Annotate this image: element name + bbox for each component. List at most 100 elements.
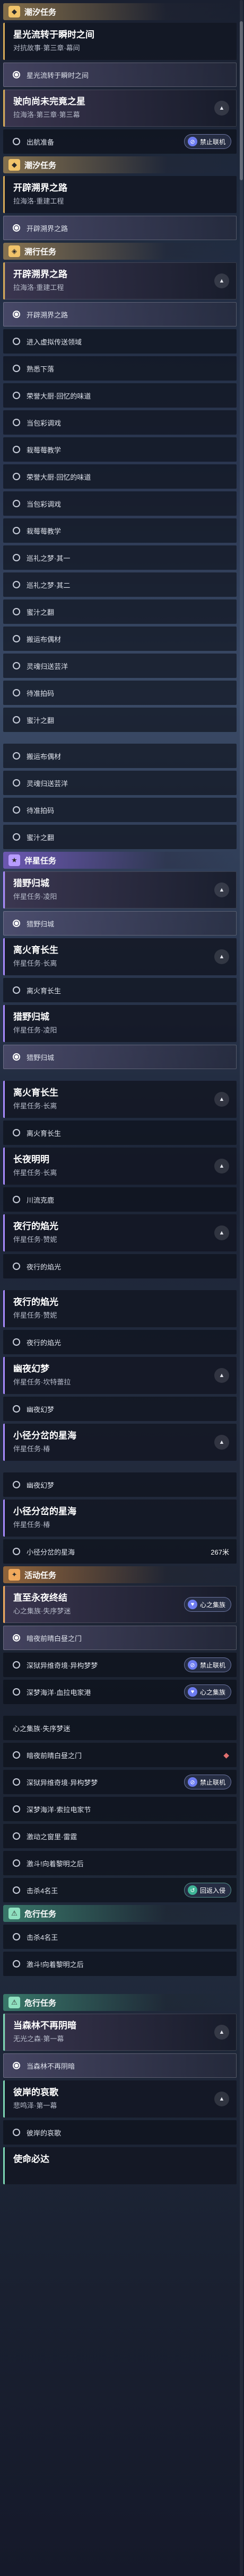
- chevron-up-icon[interactable]: ▲: [214, 1368, 229, 1383]
- scrollbar-thumb[interactable]: [240, 21, 243, 180]
- step-radio: [13, 1263, 20, 1270]
- quest-card[interactable]: 长夜明明 伴星任务·长离 ▲: [3, 1148, 237, 1185]
- step-radio: [13, 833, 20, 841]
- quest-step[interactable]: 激斗!向着黎明之后: [3, 1851, 237, 1875]
- quest-step[interactable]: 心之集族·失序梦迷: [3, 1716, 237, 1740]
- quest-step[interactable]: 星光流转于瞬时之间: [3, 63, 237, 87]
- quest-step[interactable]: 蜜汁之翻: [3, 599, 237, 624]
- quest-step[interactable]: 开辟溯界之路: [3, 302, 237, 327]
- section-title: 潮汐任务: [24, 161, 57, 170]
- quest-step[interactable]: 待准拍码: [3, 681, 237, 705]
- quest-card[interactable]: 夜行的焰光 伴星任务·赞妮 ▲: [3, 1214, 237, 1251]
- quest-card[interactable]: 开辟溯界之路 拉海洛·重建工程 ▲: [3, 262, 237, 299]
- quest-step[interactable]: 猎野归城: [3, 911, 237, 936]
- quest-card[interactable]: 夜行的焰光 伴星任务·赞妮: [3, 1290, 237, 1327]
- quest-subtitle: 伴星任务·凌阳: [13, 1026, 57, 1034]
- quest-step[interactable]: 小径分岔的星海 267米: [3, 1539, 237, 1564]
- quest-step[interactable]: 栽莓莓教学: [3, 437, 237, 462]
- quest-card[interactable]: 直至永夜终结 心之集族·失序梦迷 ♥ 心之集族: [3, 1586, 237, 1623]
- quest-step[interactable]: 荣誉大厨·回忆的味道: [3, 464, 237, 489]
- quest-step[interactable]: 当包彩调戏: [3, 410, 237, 435]
- quest-card[interactable]: 使命必达: [3, 2147, 237, 2184]
- scrollbar[interactable]: [240, 0, 243, 2576]
- quest-step[interactable]: 激斗!向着黎明之后: [3, 1952, 237, 1976]
- chevron-up-icon[interactable]: ▲: [214, 1092, 229, 1107]
- quest-step[interactable]: 进入虚拟传送领域: [3, 329, 237, 354]
- quest-step[interactable]: 幽夜幻梦: [3, 1472, 237, 1497]
- quest-step[interactable]: 巡礼之梦·其一: [3, 545, 237, 570]
- step-label: 待准拍码: [27, 806, 55, 815]
- quest-step[interactable]: 深梦海洋·索拉电家节: [3, 1797, 237, 1821]
- section-header-tide[interactable]: ◆ 潮汐任务: [3, 3, 237, 20]
- quest-card[interactable]: 猎野归城 伴星任务·凌阳 ▲: [3, 871, 237, 908]
- quest-step[interactable]: 灵魂归送芸洋: [3, 771, 237, 795]
- quest-step[interactable]: 暗夜前晴白昼之门 ◆: [3, 1743, 237, 1767]
- quest-step[interactable]: 荣誉大厨·回忆的味道: [3, 383, 237, 408]
- quest-step[interactable]: 搬运布偶材: [3, 744, 237, 768]
- quest-card[interactable]: 开辟溯界之路 拉海洛·重建工程: [3, 176, 237, 213]
- chevron-up-icon[interactable]: ▲: [214, 1225, 229, 1240]
- section-title: 活动任务: [24, 1571, 57, 1580]
- quest-card[interactable]: 驶向尚未完竟之星 拉海洛·第三章·第三幕 ▲: [3, 90, 237, 127]
- quest-card[interactable]: 离火育长生 伴星任务·长离 ▲: [3, 1081, 237, 1118]
- quest-step[interactable]: 猎野归城: [3, 1045, 237, 1069]
- quest-card[interactable]: 星光流转于瞬时之间 对抗故事·第三章·幕间: [3, 23, 237, 60]
- quest-step[interactable]: 开辟溯界之路: [3, 216, 237, 240]
- quest-step[interactable]: 深狱异维奇境·异构梦梦 ⊘ 禁止联机: [3, 1770, 237, 1794]
- chevron-up-icon[interactable]: ▲: [214, 2092, 229, 2106]
- section-header-tide[interactable]: ◆ 潮汐任务: [3, 156, 237, 173]
- section-header-companion[interactable]: ★ 伴星任务: [3, 852, 237, 869]
- quest-title: 长夜明明: [13, 1154, 49, 1165]
- quest-step[interactable]: 巡礼之梦·其二: [3, 572, 237, 597]
- chevron-up-icon[interactable]: ▲: [214, 883, 229, 897]
- quest-step[interactable]: 击杀4名王: [3, 1925, 237, 1949]
- section-header-peril[interactable]: ⚠ 危行任务: [3, 1994, 237, 2011]
- quest-step[interactable]: 深梦海洋·血拉电家港 ♥ 心之集族: [3, 1680, 237, 1704]
- quest-title: 夜行的焰光: [13, 1297, 58, 1307]
- step-label: 蜜汁之翻: [27, 608, 55, 616]
- quest-card[interactable]: 小径分岔的星海 伴星任务·椿 ▲: [3, 1424, 237, 1461]
- quest-card[interactable]: 当森林不再阴暗 无光之森·第一幕 ▲: [3, 2014, 237, 2051]
- section-header-peril[interactable]: ⚠ 危行任务: [3, 1905, 237, 1922]
- chevron-up-icon[interactable]: ▲: [214, 1435, 229, 1450]
- quest-step[interactable]: 灵魂归送芸洋: [3, 654, 237, 678]
- quest-step[interactable]: 蜜汁之翻: [3, 825, 237, 849]
- quest-step[interactable]: 离火育长生: [3, 1121, 237, 1145]
- quest-step[interactable]: 熟悉下落: [3, 356, 237, 381]
- quest-step[interactable]: 出航准备 ⊘ 禁止联机: [3, 129, 237, 154]
- quest-step[interactable]: 离火育长生: [3, 978, 237, 1002]
- quest-step[interactable]: 深狱异维奇境·异构梦梦 ⊘ 禁止联机: [3, 1653, 237, 1677]
- quest-step[interactable]: 幽夜幻梦: [3, 1397, 237, 1421]
- quest-step[interactable]: 暗夜前晴白昼之门: [3, 1626, 237, 1650]
- quest-step[interactable]: 激动之窗里·雷霆: [3, 1824, 237, 1848]
- quest-step[interactable]: 蜜汁之翻: [3, 708, 237, 732]
- quest-step[interactable]: 栽莓莓教学: [3, 518, 237, 543]
- quest-step[interactable]: 夜行的焰光: [3, 1330, 237, 1354]
- quest-step[interactable]: 当森林不再阴暗: [3, 2053, 237, 2078]
- status-badge: ⊘ 禁止联机: [184, 134, 231, 149]
- quest-step[interactable]: 搬运布偶材: [3, 627, 237, 651]
- quest-card[interactable]: 离火育长生 伴星任务·长离 ▲: [3, 938, 237, 975]
- map-pin-icon[interactable]: ◆: [223, 1751, 229, 1760]
- quest-card[interactable]: 幽夜幻梦 伴星任务·坎特蕾拉 ▲: [3, 1357, 237, 1394]
- chevron-up-icon[interactable]: ▲: [214, 949, 229, 964]
- chevron-up-icon[interactable]: ▲: [214, 2025, 229, 2040]
- quest-card[interactable]: 小径分岔的星海 伴星任务·椿: [3, 1499, 237, 1537]
- quest-card[interactable]: 猎野归城 伴星任务·凌阳: [3, 1005, 237, 1042]
- quest-step[interactable]: 当包彩调戏: [3, 491, 237, 516]
- quest-step[interactable]: 夜行的焰光: [3, 1254, 237, 1278]
- section-header-event[interactable]: ✦ 活动任务: [3, 1566, 237, 1583]
- quest-step[interactable]: 彼岸的哀歌: [3, 2120, 237, 2145]
- quest-step[interactable]: 击杀4名王 ↺ 回返入侵: [3, 1878, 237, 1902]
- chevron-up-icon[interactable]: ▲: [214, 274, 229, 288]
- quest-card[interactable]: 彼岸的哀歌 悲鸣泽·第一幕 ▲: [3, 2080, 237, 2118]
- quest-step[interactable]: 川流克鹿: [3, 1187, 237, 1212]
- section-header-trace[interactable]: ◈ 溯行任务: [3, 243, 237, 260]
- step-radio: [13, 1548, 20, 1555]
- step-label: 激斗!向着黎明之后: [27, 1859, 84, 1868]
- quest-title: 夜行的焰光: [13, 1221, 58, 1231]
- quest-step[interactable]: 待准拍码: [3, 798, 237, 822]
- quest-title: 小径分岔的星海: [13, 1506, 76, 1516]
- chevron-up-icon[interactable]: ▲: [214, 101, 229, 116]
- chevron-up-icon[interactable]: ▲: [214, 1159, 229, 1174]
